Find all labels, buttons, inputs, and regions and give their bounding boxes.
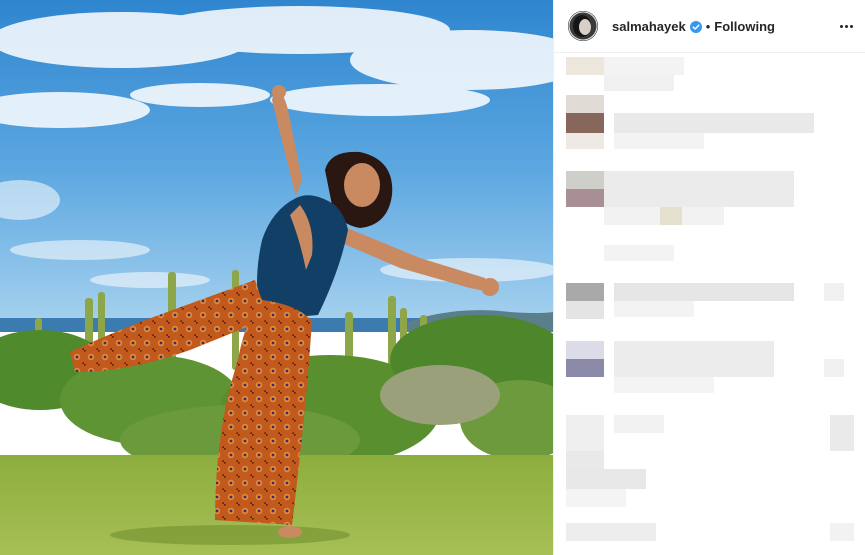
username-link[interactable]: salmahayek (612, 19, 686, 34)
post-header: salmahayek • Following (554, 0, 865, 52)
post-photo[interactable] (0, 0, 553, 555)
verified-badge-icon (689, 20, 702, 33)
post-image (0, 0, 553, 555)
post-side-panel: salmahayek • Following (553, 0, 865, 555)
avatar-image (568, 11, 598, 41)
comments-section (554, 53, 865, 555)
following-button[interactable]: Following (714, 19, 775, 34)
avatar[interactable] (568, 11, 598, 41)
more-options-icon[interactable] (836, 16, 856, 36)
header-separator: • (705, 18, 711, 34)
